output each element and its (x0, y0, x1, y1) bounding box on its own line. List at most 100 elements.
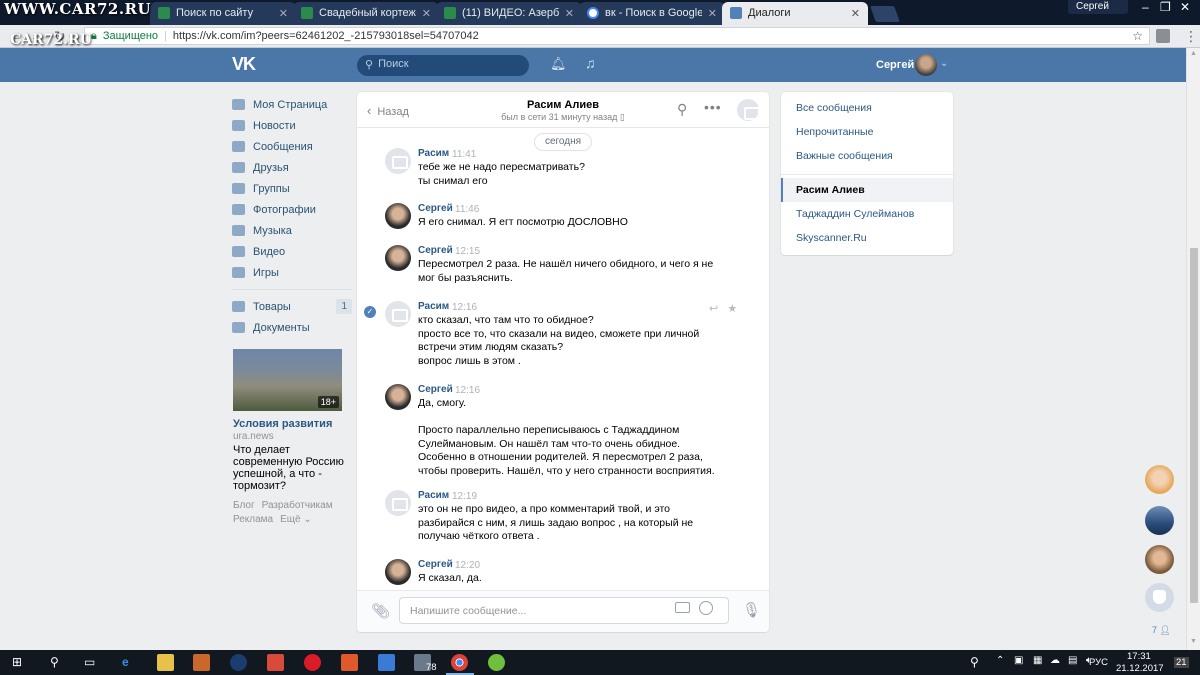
peer-avatar[interactable] (737, 99, 760, 121)
avatar[interactable] (385, 301, 411, 327)
new-tab-button[interactable] (870, 6, 900, 22)
chatbar-group-icon[interactable] (1145, 583, 1174, 612)
peer-tadzhaddin[interactable]: Таджаддин Сулейманов (781, 202, 953, 226)
message-author[interactable]: Сергей (418, 203, 453, 214)
close-icon[interactable]: ✕ (708, 7, 717, 25)
scrollbar-thumb[interactable] (1190, 248, 1198, 603)
task-view-icon[interactable]: ▭ (84, 655, 95, 669)
minimize-icon[interactable]: – (1142, 0, 1149, 14)
message-author[interactable]: Расим (418, 148, 449, 159)
avatar[interactable] (385, 148, 411, 174)
online-friends-count[interactable]: 7 👤︎ (1152, 625, 1171, 636)
extension-icon[interactable] (1156, 29, 1170, 43)
sidebar-item-my-page[interactable]: Моя Страница (232, 94, 352, 115)
bookmark-star-icon[interactable]: ☆ (1132, 29, 1143, 43)
chrome-profile-button[interactable]: Сергей (1068, 0, 1128, 14)
message-author[interactable]: Сергей (418, 384, 453, 395)
notifications-bell-icon[interactable]: 🔔︎ (550, 56, 567, 72)
file-explorer-icon[interactable] (157, 654, 174, 671)
tray-icon[interactable]: ▦ (1033, 655, 1042, 666)
message-author[interactable]: Расим (418, 490, 449, 501)
close-icon[interactable]: ✕ (279, 7, 288, 25)
tab-4[interactable]: вк - Поиск в Google ✕ (579, 2, 725, 25)
chrome-menu-icon[interactable]: ⋮ (1184, 28, 1198, 45)
vk-logo[interactable]: VK (232, 54, 256, 75)
opera-icon[interactable] (304, 654, 321, 671)
app-icon[interactable] (230, 654, 247, 671)
network-icon[interactable]: ▤ (1068, 655, 1077, 666)
sidebar-item-games[interactable]: Игры (232, 262, 352, 283)
notification-center-icon[interactable]: 21 (1174, 657, 1189, 668)
clock-time[interactable]: 17:31 (1127, 651, 1151, 662)
camera-icon[interactable] (675, 602, 690, 613)
folder-unread[interactable]: Непрочитанные (781, 120, 953, 144)
more-icon[interactable]: ••• (704, 99, 722, 115)
sidebar-item-friends[interactable]: Друзья (232, 157, 352, 178)
close-icon[interactable]: ✕ (851, 7, 860, 25)
folder-important[interactable]: Важные сообщения (781, 144, 953, 168)
sidebar-item-groups[interactable]: Группы (232, 178, 352, 199)
url-input[interactable]: 🔒︎ Защищено | https://vk.com/im?peers=62… (84, 27, 1150, 45)
peer-rasim[interactable]: Расим Алиев (781, 178, 953, 202)
footer-link-ads[interactable]: Реклама (233, 514, 273, 525)
chatbar-avatar[interactable] (1145, 506, 1174, 535)
scroll-down-icon[interactable]: ▼ (1190, 638, 1197, 645)
app-icon[interactable] (267, 654, 284, 671)
footer-link-devs[interactable]: Разработчикам (262, 500, 333, 511)
avatar[interactable] (385, 245, 411, 271)
tray-chevron-icon[interactable]: ⌃ (996, 655, 1004, 666)
sidebar-item-music[interactable]: Музыка (232, 220, 352, 241)
close-icon[interactable]: ✕ (565, 7, 574, 25)
close-icon[interactable]: ✕ (422, 7, 431, 25)
edge-icon[interactable]: e (122, 655, 129, 669)
search-icon[interactable]: ⚲ (50, 655, 59, 669)
sidebar-item-messages[interactable]: Сообщения (232, 136, 352, 157)
ad-image[interactable]: 18+ (233, 349, 342, 411)
search-icon[interactable]: ⚲ (677, 101, 687, 118)
search-input[interactable]: ⚲ Поиск (357, 55, 529, 76)
tab-2[interactable]: Свадебный кортеж нар✕ (293, 2, 439, 25)
microphone-icon[interactable]: 🎙︎ (742, 601, 761, 619)
peer-skyscanner[interactable]: Skyscanner.Ru (781, 226, 953, 250)
avatar[interactable] (385, 203, 411, 229)
header-user-name[interactable]: Сергей (876, 59, 914, 71)
footer-link-more[interactable]: Ещё ⌄ (280, 514, 312, 525)
store-icon[interactable] (378, 654, 395, 671)
check-icon[interactable]: ✓ (364, 306, 376, 318)
avatar[interactable] (385, 559, 411, 585)
emoji-icon[interactable] (699, 601, 713, 615)
tab-3[interactable]: (11) ВИДЕО: Азербайдж✕ (436, 2, 582, 25)
chevron-down-icon[interactable]: ⌄ (940, 58, 948, 69)
close-window-icon[interactable]: ✕ (1180, 0, 1190, 14)
tab-dialogs[interactable]: Диалоги ✕ (722, 2, 868, 25)
avatar[interactable] (385, 384, 411, 410)
scroll-up-icon[interactable]: ▲ (1190, 50, 1197, 57)
app-icon[interactable] (341, 654, 358, 671)
avatar[interactable] (385, 490, 411, 516)
avatar[interactable] (915, 54, 937, 76)
ad-text[interactable]: Что делает современную Россию успешной, … (233, 444, 348, 492)
sidebar-item-video[interactable]: Видео (232, 241, 352, 262)
message-author[interactable]: Сергей (418, 245, 453, 256)
chatbar-avatar[interactable] (1145, 465, 1174, 494)
star-icon[interactable]: ★ (727, 303, 737, 315)
chatbar-avatar[interactable] (1145, 545, 1174, 574)
windows-start-icon[interactable]: ⊞ (12, 655, 22, 669)
scrollbar[interactable]: ▲ ▼ (1186, 48, 1200, 650)
maximize-icon[interactable]: ❐ (1160, 0, 1171, 14)
footer-link-blog[interactable]: Блог (233, 500, 255, 511)
media-player-icon[interactable] (193, 654, 210, 671)
message-author[interactable]: Сергей (418, 559, 453, 570)
chrome-icon[interactable] (451, 654, 468, 671)
clock-date[interactable]: 21.12.2017 (1116, 663, 1164, 674)
sidebar-item-goods[interactable]: Товары 1 (232, 296, 352, 317)
sidebar-item-photos[interactable]: Фотографии (232, 199, 352, 220)
music-note-icon[interactable]: ♫ (585, 55, 596, 71)
message-author[interactable]: Расим (418, 301, 449, 312)
people-icon[interactable]: ⚲ (970, 655, 979, 669)
sidebar-item-news[interactable]: Новости (232, 115, 352, 136)
paperclip-icon[interactable]: 📎︎ (371, 602, 390, 620)
ad-title[interactable]: Условия развития (233, 418, 332, 430)
torrent-icon[interactable] (488, 654, 505, 671)
tray-icon[interactable]: ▣ (1014, 655, 1023, 666)
